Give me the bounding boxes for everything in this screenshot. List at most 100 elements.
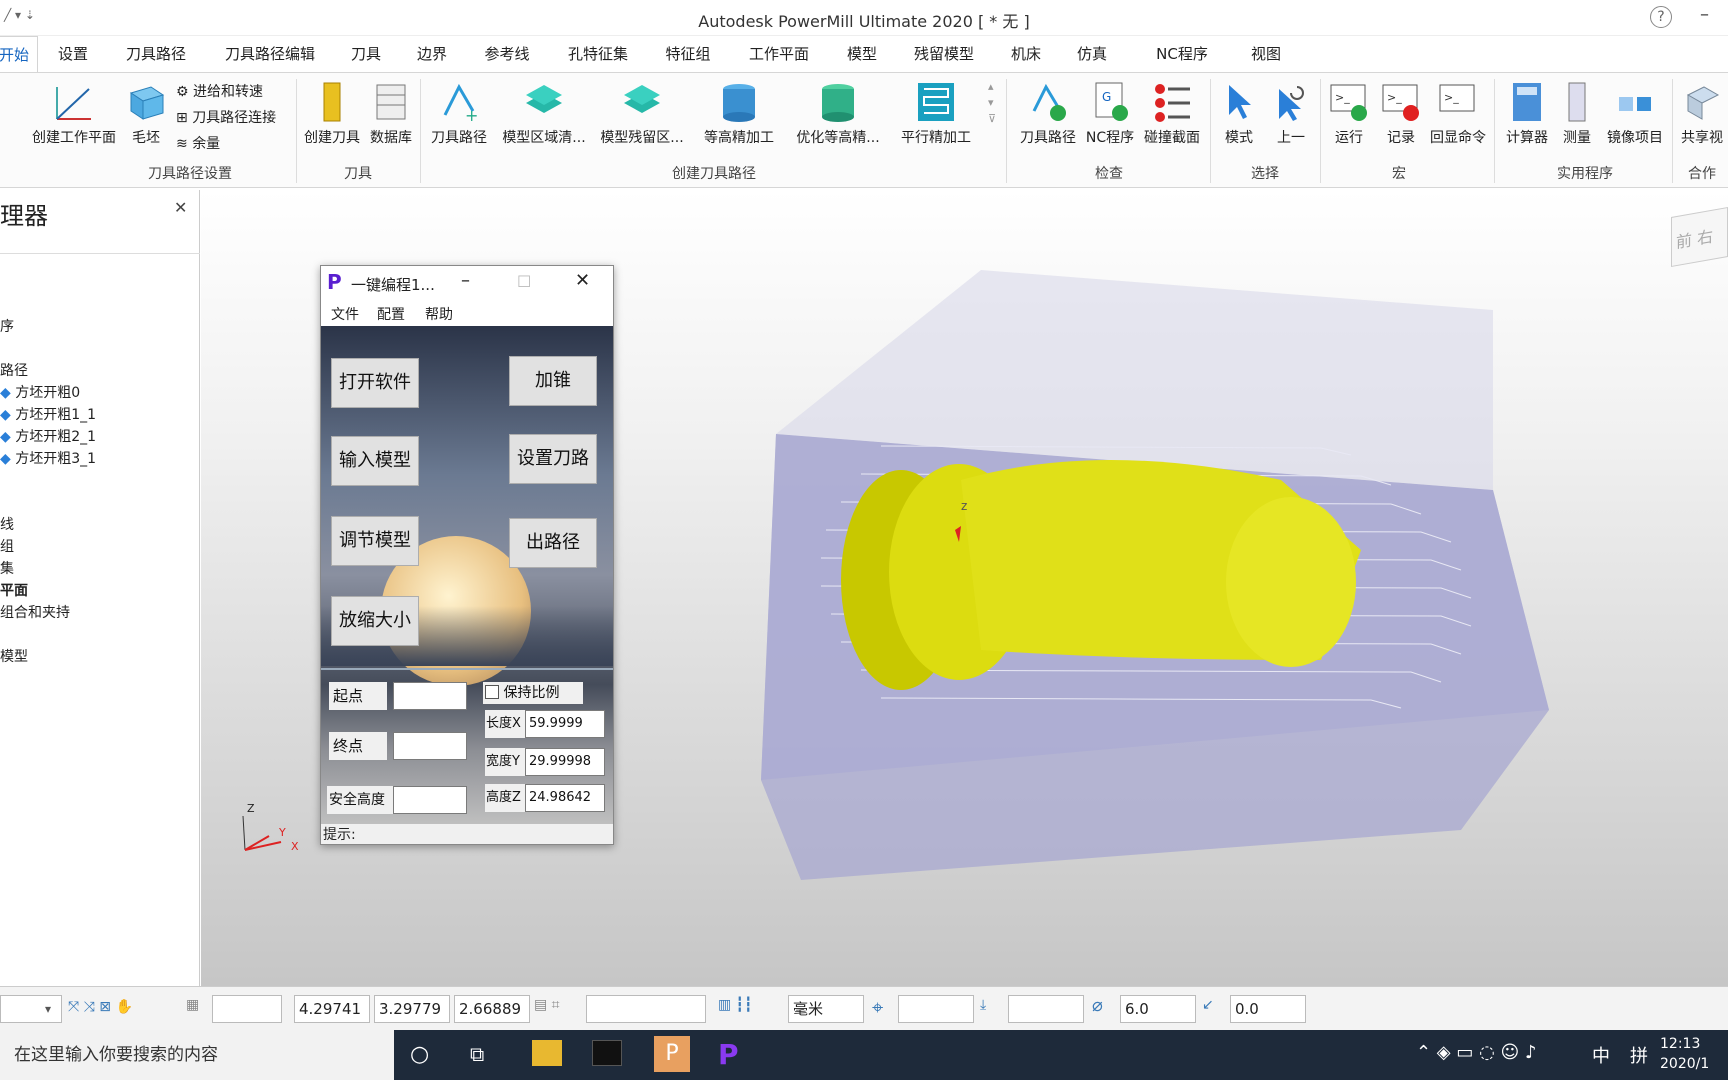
- calculator-button[interactable]: 计算器: [1500, 81, 1554, 147]
- close-icon[interactable]: ✕: [174, 198, 187, 217]
- tab-reference-curves[interactable]: 参考线: [476, 36, 538, 72]
- const-z-button[interactable]: 等高精加工: [696, 81, 782, 147]
- tab-workplane[interactable]: 工作平面: [744, 36, 814, 72]
- file-explorer-icon[interactable]: [532, 1040, 562, 1066]
- cursor-y-field[interactable]: 3.29779: [374, 995, 450, 1023]
- database-button[interactable]: 数据库: [366, 81, 416, 147]
- minimize-icon[interactable]: –: [461, 270, 470, 291]
- grid-input[interactable]: [212, 995, 282, 1023]
- toolpath-connections-button[interactable]: ⊞ 刀具路径连接: [176, 107, 276, 127]
- workplane-field[interactable]: [586, 995, 706, 1023]
- select-mode-button[interactable]: 模式: [1214, 81, 1264, 147]
- selection-filter-select[interactable]: ▾: [0, 995, 62, 1023]
- powermill-app-icon[interactable]: P: [654, 1036, 690, 1072]
- tree-item-toolpaths[interactable]: 路径: [0, 360, 28, 380]
- gallery-scroll-icon[interactable]: ▴ ▾ ⊽: [988, 79, 996, 127]
- one-click-programming-dialog[interactable]: P 一键编程1... – ☐ ✕ 文件 配置 帮助 打开软件 加锥 输入模型 设…: [320, 265, 614, 845]
- feeds-button[interactable]: ⚙ 进给和转速: [176, 81, 263, 101]
- cursor-z-field[interactable]: 2.66889: [454, 995, 530, 1023]
- height-z-input[interactable]: 24.98642: [525, 784, 605, 812]
- view-cube[interactable]: 前 右: [1671, 206, 1728, 268]
- units-field[interactable]: 毫米: [788, 995, 864, 1023]
- recorder-icon[interactable]: [592, 1040, 622, 1066]
- tab-setup[interactable]: 设置: [52, 36, 94, 72]
- tab-view[interactable]: 视图: [1244, 36, 1288, 72]
- ime-indicator[interactable]: 中: [1592, 1042, 1610, 1068]
- menu-help[interactable]: 帮助: [425, 304, 453, 324]
- tab-hole-feature-sets[interactable]: 孔特征集: [560, 36, 636, 72]
- tolerance-field[interactable]: 0.0: [1230, 995, 1306, 1023]
- thickness-button[interactable]: ≋ 余量: [176, 133, 220, 153]
- help-icon[interactable]: ?: [1650, 6, 1672, 28]
- tab-home[interactable]: 开始: [0, 36, 38, 72]
- tray-icons[interactable]: ⌃ ◈ ▭ ◌ ☺ ♪: [1416, 1042, 1537, 1063]
- tree-item-toolpath[interactable]: ◆ 方坯开粗0: [0, 382, 80, 402]
- tab-stock-model[interactable]: 残留模型: [906, 36, 982, 72]
- tab-simulation[interactable]: 仿真: [1070, 36, 1114, 72]
- cursor-x-field[interactable]: 4.29741: [294, 995, 370, 1023]
- tab-nc-programs[interactable]: NC程序: [1136, 36, 1228, 72]
- create-tool-button[interactable]: 创建刀具: [300, 81, 364, 147]
- verify-toolpath-button[interactable]: 刀具路径: [1012, 81, 1084, 147]
- tool-axis-field[interactable]: [1008, 995, 1084, 1023]
- tab-tool[interactable]: 刀具: [344, 36, 388, 72]
- grid-icon[interactable]: ▦: [186, 997, 199, 1013]
- tab-machine[interactable]: 机床: [1004, 36, 1048, 72]
- menu-config[interactable]: 配置: [377, 304, 405, 324]
- end-point-input[interactable]: [393, 732, 467, 760]
- echo-commands-button[interactable]: >_ 回显命令: [1426, 81, 1490, 147]
- model-area-clear-button[interactable]: 模型区域清...: [496, 81, 592, 147]
- tree-item-toolpath[interactable]: ◆ 方坯开粗1_1: [0, 404, 96, 424]
- import-model-button[interactable]: 输入模型: [331, 436, 419, 486]
- tree-item-toolpath[interactable]: ◆ 方坯开粗3_1: [0, 448, 96, 468]
- tab-toolpath-edit[interactable]: 刀具路径编辑: [220, 36, 320, 72]
- taskbar-clock[interactable]: 12:13 2020/1: [1660, 1034, 1709, 1074]
- set-toolpath-button[interactable]: 设置刀路: [509, 434, 597, 484]
- tree-item-workplanes[interactable]: 平面: [0, 580, 28, 600]
- nc-program-button[interactable]: G NC程序: [1084, 81, 1136, 147]
- tool-diameter-field[interactable]: 6.0: [1120, 995, 1196, 1023]
- optimized-const-z-button[interactable]: 优化等高精...: [788, 81, 888, 147]
- raster-finishing-button[interactable]: 平行精加工: [890, 81, 982, 147]
- taskbar-search-input[interactable]: 在这里输入你要搜索的内容: [0, 1030, 394, 1080]
- measure-button[interactable]: 测量: [1554, 81, 1600, 147]
- workplane-status-icon[interactable]: ▤ ⌗: [534, 997, 560, 1013]
- tree-item-sets[interactable]: 集: [0, 558, 14, 578]
- tab-toolpaths[interactable]: 刀具路径: [120, 36, 192, 72]
- safe-height-input[interactable]: [393, 786, 467, 814]
- units-icon[interactable]: ▥ ┇┇: [718, 997, 753, 1013]
- diameter-icon[interactable]: ⌀: [1092, 995, 1103, 1016]
- macro-record-button[interactable]: >_ 记录: [1376, 81, 1426, 147]
- add-taper-button[interactable]: 加锥: [509, 356, 597, 406]
- maximize-icon[interactable]: ☐: [517, 272, 531, 291]
- crosshair-icon[interactable]: ⌖: [872, 995, 883, 1019]
- length-x-input[interactable]: 59.9999: [525, 710, 605, 738]
- macro-run-button[interactable]: >_ 运行: [1324, 81, 1374, 147]
- tree-item-models[interactable]: 模型: [0, 646, 28, 666]
- tab-model[interactable]: 模型: [840, 36, 884, 72]
- scale-button[interactable]: 放缩大小: [331, 596, 419, 646]
- select-previous-button[interactable]: 上一: [1266, 81, 1316, 147]
- tab-feature-groups[interactable]: 特征组: [658, 36, 718, 72]
- plugin-app-icon[interactable]: P: [718, 1038, 739, 1071]
- keep-ratio-checkbox[interactable]: 保持比例: [483, 682, 583, 704]
- snap-icon[interactable]: ⤧ ⤨ ⊠ ✋: [68, 999, 133, 1015]
- output-path-button[interactable]: 出路径: [509, 518, 597, 568]
- tree-item-nc-programs[interactable]: 序: [0, 316, 14, 336]
- adjust-model-button[interactable]: 调节模型: [331, 516, 419, 566]
- keyboard-layout-indicator[interactable]: 拼: [1630, 1042, 1648, 1068]
- task-view-icon[interactable]: ⧉: [470, 1042, 484, 1066]
- close-icon[interactable]: ✕: [575, 270, 590, 291]
- toolpath-button[interactable]: + 刀具路径: [424, 81, 494, 147]
- mirror-project-button[interactable]: 镜像项目: [1600, 81, 1670, 147]
- dialog-titlebar[interactable]: P 一键编程1... – ☐ ✕: [321, 266, 613, 300]
- cortana-icon[interactable]: ○: [410, 1042, 429, 1067]
- minimize-icon[interactable]: –: [1700, 4, 1709, 25]
- tolerance-icon[interactable]: ↙: [1202, 997, 1214, 1013]
- open-software-button[interactable]: 打开软件: [331, 358, 419, 408]
- tab-boundary[interactable]: 边界: [410, 36, 454, 72]
- tree-item-groups[interactable]: 组: [0, 536, 14, 556]
- create-workplane-button[interactable]: 创建工作平面: [24, 81, 124, 147]
- width-y-input[interactable]: 29.99998: [525, 748, 605, 776]
- start-point-input[interactable]: [393, 682, 467, 710]
